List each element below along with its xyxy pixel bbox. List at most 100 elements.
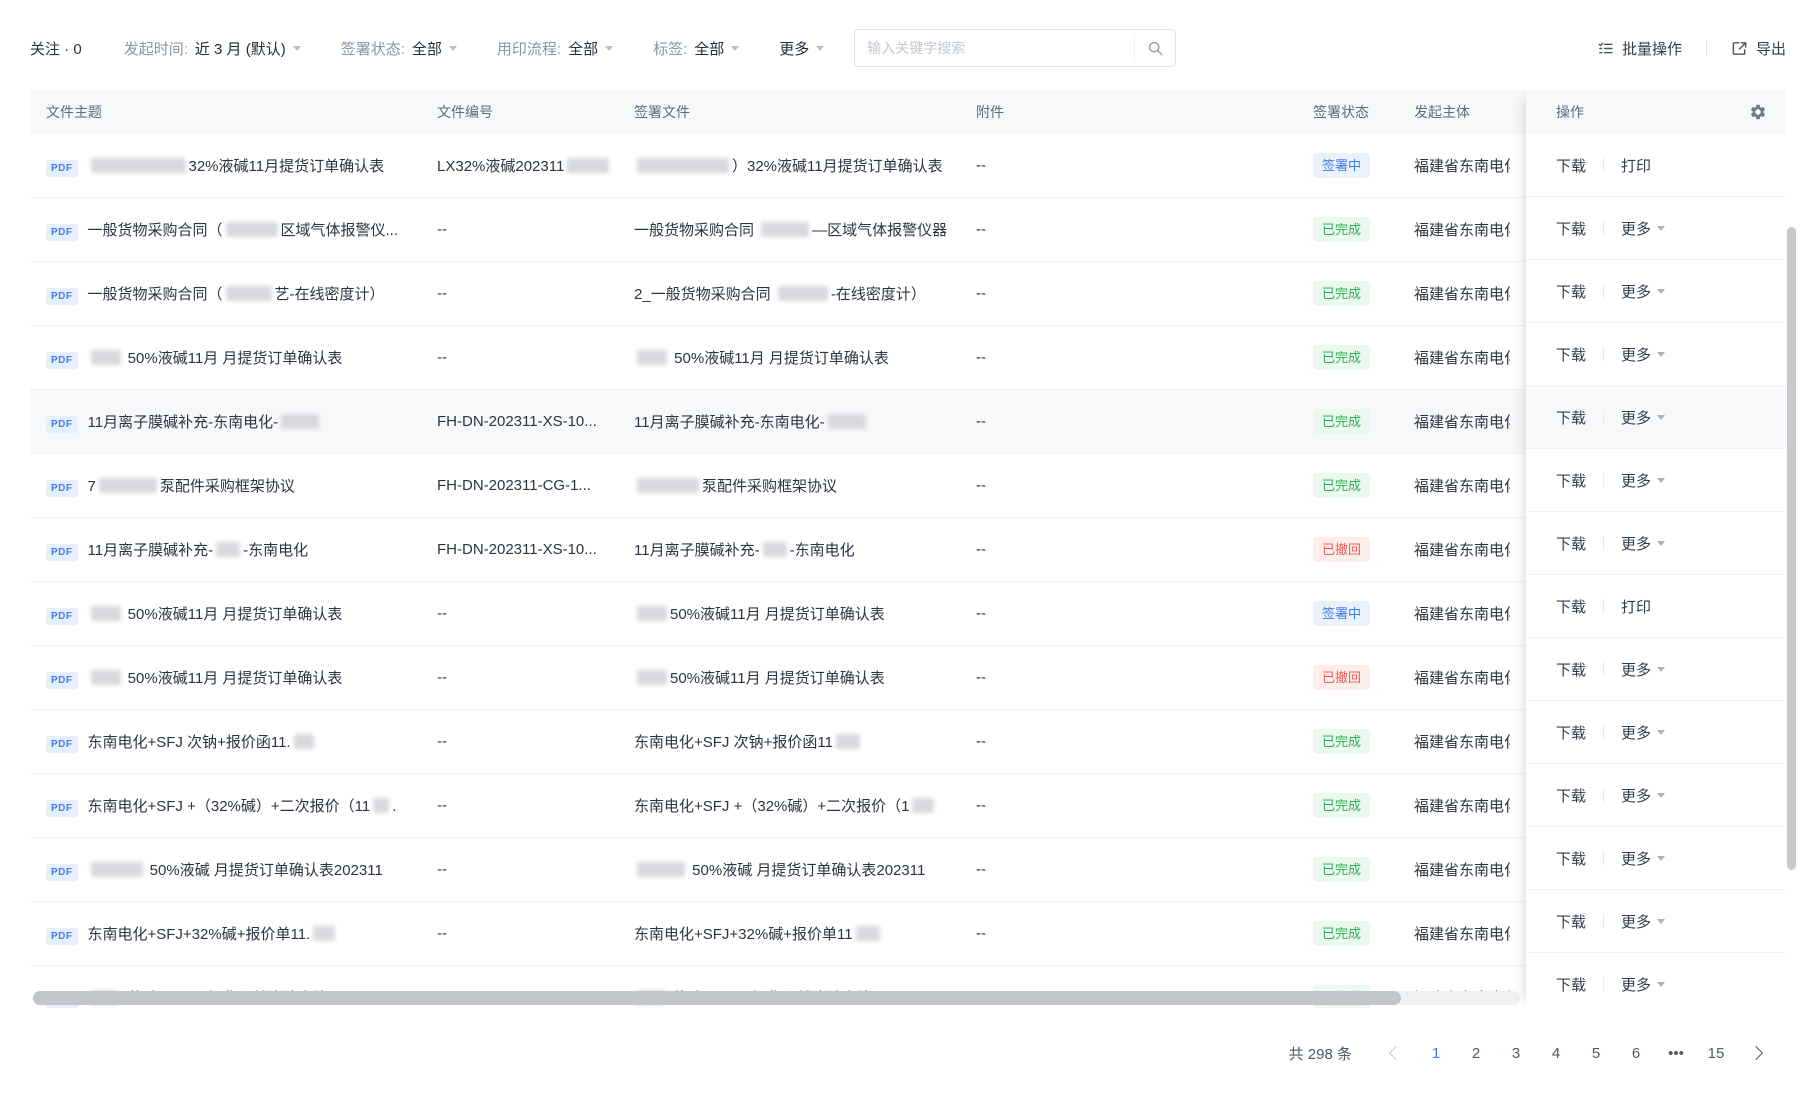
document-title-link[interactable]: 50%液碱11月 月提货订单确认表 (88, 670, 343, 687)
download-link[interactable]: 下载 (1556, 974, 1586, 995)
cell-status: 已撤回 (1313, 665, 1414, 690)
table-row[interactable]: PDF东南电化+SFJ+32%碱+报价单11.--东南电化+SFJ+32%碱+报… (30, 902, 1786, 966)
initiator-name: 福建省东南电化 (1414, 795, 1510, 816)
document-title-link[interactable]: 一般货物采购合同（艺-在线密度计） (88, 286, 385, 303)
more-link[interactable]: 更多 (1621, 344, 1665, 365)
document-title-link[interactable]: 一般货物采购合同（区域气体报警仪... (88, 222, 399, 239)
table-row[interactable]: PDF11月离子膜碱补充--东南电化FH-DN-202311-XS-10...1… (30, 518, 1786, 582)
more-link[interactable]: 更多 (1621, 911, 1665, 932)
table-row[interactable]: PDF32%液碱11月提货订单确认表LX32%液碱202311）32%液碱11月… (30, 134, 1786, 198)
filter-more-button[interactable]: 更多 (779, 38, 824, 59)
download-link[interactable]: 下载 (1556, 848, 1586, 869)
download-link[interactable]: 下载 (1556, 470, 1586, 491)
download-link[interactable]: 下载 (1556, 911, 1586, 932)
cell-code: FH-DN-202311-XS-10... (437, 413, 634, 430)
document-title-link[interactable]: 东南电化+SFJ 次钠+报价函11. (88, 734, 317, 751)
export-button[interactable]: 导出 (1731, 38, 1786, 59)
page-button[interactable]: 6 (1620, 1037, 1652, 1069)
batch-operations-button[interactable]: 批量操作 (1597, 38, 1682, 59)
table-row[interactable]: PDF7泵配件采购框架协议FH-DN-202311-CG-1...泵配件采购框架… (30, 454, 1786, 518)
table-row[interactable]: PDF 50%液碱11月 月提货订单确认表--50%液碱11月 月提货订单确认表… (30, 646, 1786, 710)
more-link[interactable]: 更多 (1621, 974, 1665, 995)
cell-status: 已完成 (1313, 345, 1414, 370)
more-link[interactable]: 更多 (1621, 218, 1665, 239)
more-link[interactable]: 更多 (1621, 722, 1665, 743)
document-title-link[interactable]: 32%液碱11月提货订单确认表 (88, 158, 385, 175)
pages-ellipsis[interactable]: ••• (1660, 1037, 1692, 1069)
actions-fixed-column: 操作 下载打印下载更多下载更多下载更多下载更多下载更多下载更多下载打印下载更多下… (1526, 90, 1786, 1008)
vertical-scrollbar-thumb[interactable] (1787, 227, 1796, 870)
document-title-link[interactable]: 7泵配件采购框架协议 (88, 478, 295, 495)
document-title-link[interactable]: 11月离子膜碱补充--东南电化 (88, 542, 309, 559)
horizontal-scrollbar[interactable] (33, 991, 1520, 1005)
filter-start-time[interactable]: 发起时间: 近 3 月 (默认) (124, 38, 301, 59)
table-row[interactable]: PDF东南电化+SFJ +（32%碱）+二次报价（11.--东南电化+SFJ +… (30, 774, 1786, 838)
download-link[interactable]: 下载 (1556, 722, 1586, 743)
document-title-link[interactable]: 东南电化+SFJ +（32%碱）+二次报价（11. (88, 798, 397, 815)
document-title-link[interactable]: 50%液碱 月提货订单确认表202311 (88, 862, 383, 879)
actions-row: 下载 更多 (1526, 638, 1786, 701)
download-link[interactable]: 下载 (1556, 533, 1586, 554)
more-link[interactable]: 更多 (1621, 407, 1665, 428)
download-link[interactable]: 下载 (1556, 596, 1586, 617)
document-title-link[interactable]: 11月离子膜碱补充-东南电化- (88, 414, 323, 431)
actions-row: 下载 更多 (1526, 260, 1786, 323)
more-link[interactable]: 更多 (1621, 281, 1665, 302)
more-link[interactable]: 更多 (1621, 785, 1665, 806)
download-link[interactable]: 下载 (1556, 407, 1586, 428)
pdf-file-badge: PDF (46, 416, 78, 433)
document-title-link[interactable]: 50%液碱11月 月提货订单确认表 (88, 606, 343, 623)
more-link[interactable]: 更多 (1621, 533, 1665, 554)
filter-sign-status[interactable]: 签署状态: 全部 (341, 38, 457, 59)
download-link[interactable]: 下载 (1556, 659, 1586, 680)
more-link[interactable]: 更多 (1621, 848, 1665, 869)
col-header-status: 签署状态 (1313, 90, 1414, 134)
pdf-file-badge: PDF (46, 928, 78, 945)
filter-tags[interactable]: 标签: 全部 (653, 38, 739, 59)
search-box (854, 29, 1176, 67)
download-link[interactable]: 下载 (1556, 281, 1586, 302)
cell-status: 签署中 (1313, 153, 1414, 178)
more-link[interactable]: 更多 (1621, 470, 1665, 491)
chevron-right-icon (1749, 1046, 1763, 1060)
page-button[interactable]: 4 (1540, 1037, 1572, 1069)
download-link[interactable]: 下载 (1556, 155, 1586, 176)
search-button[interactable] (1134, 37, 1175, 59)
prev-page-button[interactable] (1380, 1037, 1412, 1069)
gear-icon (1749, 103, 1767, 121)
table-row[interactable]: PDF 50%液碱 月提货订单确认表202311-- 50%液碱 月提货订单确认… (30, 838, 1786, 902)
cell-signed-file: 东南电化+SFJ+32%碱+报价单11 (634, 923, 976, 944)
redacted-blur (763, 542, 787, 557)
print-link[interactable]: 打印 (1621, 155, 1651, 176)
cell-attachment: -- (976, 669, 1313, 686)
status-badge: 已完成 (1313, 473, 1370, 498)
page-button[interactable]: 5 (1580, 1037, 1612, 1069)
more-link[interactable]: 更多 (1621, 659, 1665, 680)
document-title-link[interactable]: 东南电化+SFJ+32%碱+报价单11. (88, 926, 339, 943)
toolbar: 批量操作 导出 (1597, 38, 1786, 59)
table-row[interactable]: PDF11月离子膜碱补充-东南电化-FH-DN-202311-XS-10...1… (30, 390, 1786, 454)
print-link[interactable]: 打印 (1621, 596, 1651, 617)
pdf-file-badge: PDF (46, 608, 78, 625)
page-button[interactable]: 1 (1420, 1037, 1452, 1069)
column-settings-button[interactable] (1746, 100, 1770, 124)
download-link[interactable]: 下载 (1556, 218, 1586, 239)
next-page-button[interactable] (1740, 1037, 1772, 1069)
cell-subject: PDF东南电化+SFJ +（32%碱）+二次报价（11. (30, 795, 437, 817)
table-row[interactable]: PDF 50%液碱11月 月提货订单确认表-- 50%液碱11月 月提货订单确认… (30, 326, 1786, 390)
page-button[interactable]: 3 (1500, 1037, 1532, 1069)
search-input[interactable] (855, 40, 1134, 56)
table-row[interactable]: PDF一般货物采购合同（区域气体报警仪...--一般货物采购合同 —区域气体报警… (30, 198, 1786, 262)
download-link[interactable]: 下载 (1556, 344, 1586, 365)
filter-follow-tab[interactable]: 关注 · 0 (30, 38, 82, 59)
filter-seal-flow[interactable]: 用印流程: 全部 (497, 38, 613, 59)
cell-attachment: -- (976, 285, 1313, 302)
table-row[interactable]: PDF一般货物采购合同（艺-在线密度计）--2_一般货物采购合同 -在线密度计）… (30, 262, 1786, 326)
document-title-link[interactable]: 50%液碱11月 月提货订单确认表 (88, 350, 343, 367)
page-button[interactable]: 15 (1700, 1037, 1732, 1069)
table-row[interactable]: PDF东南电化+SFJ 次钠+报价函11.--东南电化+SFJ 次钠+报价函11… (30, 710, 1786, 774)
horizontal-scrollbar-thumb[interactable] (33, 991, 1401, 1005)
download-link[interactable]: 下载 (1556, 785, 1586, 806)
table-row[interactable]: PDF 50%液碱11月 月提货订单确认表--50%液碱11月 月提货订单确认表… (30, 582, 1786, 646)
page-button[interactable]: 2 (1460, 1037, 1492, 1069)
